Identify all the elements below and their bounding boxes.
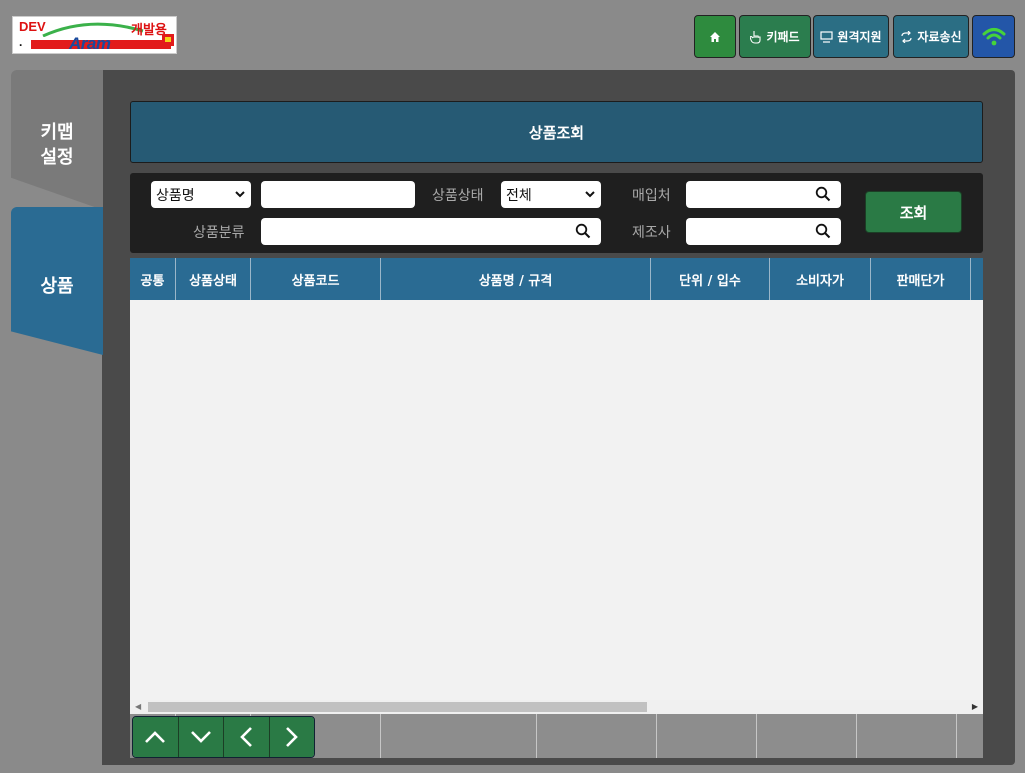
- scrollbar-thumb[interactable]: [148, 702, 647, 712]
- chevron-down-icon: [235, 191, 245, 198]
- tab-keymap-settings[interactable]: 키맵 설정: [11, 70, 103, 210]
- col-header-common[interactable]: 공통: [130, 258, 176, 300]
- logo-brand-text: Aram: [69, 34, 111, 53]
- remote-label: 원격지원: [837, 30, 882, 44]
- col-header-code[interactable]: 상품코드: [251, 258, 381, 300]
- app-logo: DEV . Aram 개발용: [12, 16, 177, 54]
- col-header-name-spec[interactable]: 상품명 / 규격: [381, 258, 651, 300]
- scroll-right-icon[interactable]: ▶: [972, 700, 978, 714]
- tab-keymap-line2: 설정: [40, 147, 74, 168]
- search-field-select[interactable]: 상품명: [151, 181, 251, 208]
- maker-field[interactable]: [686, 218, 841, 245]
- hand-pointer-icon: [750, 30, 761, 44]
- footer-cell: [537, 714, 657, 758]
- vendor-field[interactable]: [686, 181, 841, 208]
- maker-label: 제조사: [632, 225, 671, 241]
- keypad-button[interactable]: 키패드: [739, 15, 811, 58]
- remote-support-button[interactable]: 원격지원: [813, 15, 889, 58]
- logo-badge-icon: [162, 34, 174, 46]
- wifi-icon: [982, 27, 1005, 45]
- footer-cell: [381, 714, 537, 758]
- col-header-unit[interactable]: 단위 / 입수: [651, 258, 770, 300]
- status-label: 상품상태: [432, 188, 484, 204]
- tab-products-label: 상품: [40, 276, 74, 297]
- chevron-down-icon: [585, 191, 595, 198]
- monitor-icon: [820, 30, 834, 43]
- horizontal-scrollbar[interactable]: ◀ ▶: [130, 700, 983, 714]
- left-arrow-icon: [240, 727, 253, 747]
- page-title: 상품조회: [130, 101, 983, 163]
- home-button[interactable]: [694, 15, 736, 58]
- down-arrow-icon: [190, 731, 211, 743]
- grid-header: 공통 상품상태 상품코드 상품명 / 규격 단위 / 입수 소비자가 판매단가: [130, 258, 983, 300]
- logo-dot: .: [19, 35, 23, 49]
- col-header-sale-price[interactable]: 판매단가: [871, 258, 971, 300]
- category-field[interactable]: [261, 218, 601, 245]
- tab-keymap-line1: 키맵: [40, 122, 74, 143]
- footer-cell: [857, 714, 957, 758]
- search-icon[interactable]: [815, 223, 831, 239]
- col-header-extra: [971, 258, 983, 300]
- scroll-left-icon[interactable]: ◀: [135, 700, 141, 714]
- nav-up-button[interactable]: [133, 717, 179, 757]
- product-grid: 공통 상품상태 상품코드 상품명 / 규격 단위 / 입수 소비자가 판매단가 …: [130, 258, 983, 758]
- col-header-status[interactable]: 상품상태: [176, 258, 251, 300]
- category-label: 상품분류: [193, 225, 245, 241]
- search-field-select-value: 상품명: [156, 187, 195, 204]
- search-icon[interactable]: [815, 186, 831, 202]
- search-button[interactable]: 조회: [865, 191, 962, 233]
- sync-icon: [901, 30, 913, 43]
- search-icon[interactable]: [575, 223, 591, 239]
- nav-left-button[interactable]: [224, 717, 270, 757]
- right-arrow-icon: [285, 727, 298, 747]
- search-keyword-input[interactable]: [261, 181, 415, 208]
- status-select[interactable]: 전체: [501, 181, 601, 208]
- vendor-label: 매입처: [632, 188, 671, 204]
- footer-cell: [757, 714, 857, 758]
- status-select-value: 전체: [506, 187, 532, 204]
- nav-right-button[interactable]: [269, 717, 314, 757]
- wifi-button[interactable]: [972, 15, 1015, 58]
- nav-down-button[interactable]: [178, 717, 224, 757]
- col-header-retail-price[interactable]: 소비자가: [770, 258, 871, 300]
- footer-cell: [957, 714, 983, 758]
- tab-products[interactable]: 상품: [11, 207, 103, 355]
- send-label: 자료송신: [917, 30, 962, 44]
- data-send-button[interactable]: 자료송신: [893, 15, 969, 58]
- up-arrow-icon: [145, 731, 166, 743]
- grid-navigation: [132, 716, 315, 758]
- keypad-label: 키패드: [766, 30, 800, 44]
- home-icon: [710, 31, 720, 42]
- footer-cell: [657, 714, 757, 758]
